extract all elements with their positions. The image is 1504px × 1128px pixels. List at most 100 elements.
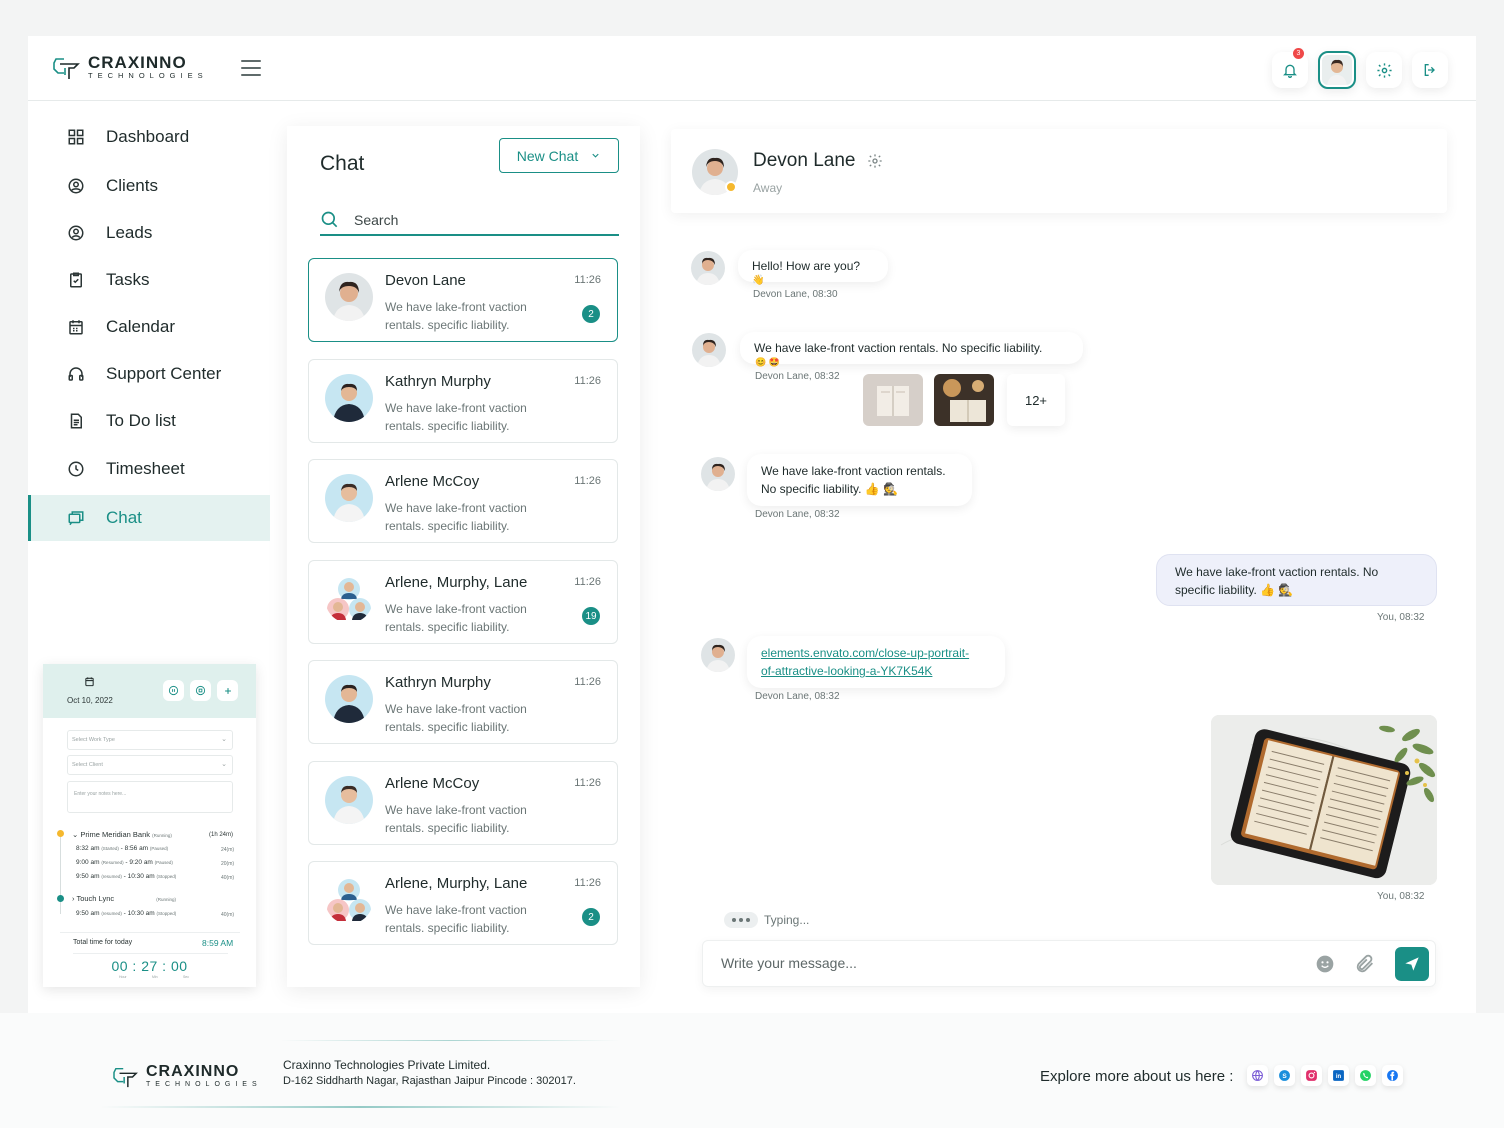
message-time: 11:26 xyxy=(574,576,601,588)
skype-icon[interactable]: S xyxy=(1274,1065,1295,1086)
brand-logo[interactable]: CRAXINNO TECHNOLOGIES xyxy=(52,54,208,81)
notifications-button[interactable]: 3 xyxy=(1272,48,1308,88)
social-links: S in xyxy=(1247,1065,1403,1086)
sidebar-item-todo-list[interactable]: To Do list xyxy=(28,398,270,444)
logout-button[interactable] xyxy=(1412,52,1448,88)
message-preview: We have lake-front vaction rentals. spec… xyxy=(385,702,527,734)
pause-timer-button[interactable] xyxy=(163,680,184,701)
globe-icon[interactable] xyxy=(1247,1065,1268,1086)
facebook-icon[interactable] xyxy=(1382,1065,1403,1086)
conversation-item[interactable]: Devon Lane 11:26 We have lake-front vact… xyxy=(308,258,618,342)
status-dot xyxy=(725,181,737,193)
contact-avatar xyxy=(325,675,373,723)
settings-button[interactable] xyxy=(1366,52,1402,88)
message-text: We have lake-front vaction rentals. xyxy=(761,464,946,478)
image-message[interactable] xyxy=(1211,715,1437,885)
svg-text:S: S xyxy=(1282,1073,1287,1080)
typing-dots-icon xyxy=(724,912,758,928)
conversation-item[interactable]: Arlene, Murphy, Lane 11:26 We have lake-… xyxy=(308,861,618,945)
message-input[interactable] xyxy=(721,955,1281,971)
chat-contact-name: Devon Lane xyxy=(753,150,856,171)
conversation-item[interactable]: Arlene, Murphy, Lane 11:26 We have lake-… xyxy=(308,560,618,644)
sidebar-item-label: Calendar xyxy=(106,317,175,336)
timer-date: Oct 10, 2022 xyxy=(67,696,113,705)
user-circle-icon xyxy=(66,223,86,243)
more-attachments-button[interactable]: 12+ xyxy=(1007,374,1065,426)
linkedin-icon[interactable]: in xyxy=(1328,1065,1349,1086)
contact-name: Arlene McCoy xyxy=(385,775,480,792)
image-attachment[interactable] xyxy=(863,374,923,426)
search-icon xyxy=(321,211,338,228)
total-time-value: 8:59 AM xyxy=(202,938,234,948)
timer-entry[interactable]: › Touch Lync (Running) xyxy=(72,894,176,903)
footer-logo[interactable]: CRAXINNO TECHNOLOGIES xyxy=(112,1063,262,1090)
sidebar-item-clients[interactable]: Clients xyxy=(28,163,270,209)
notes-input[interactable]: Enter your notes here... xyxy=(67,781,233,813)
footer: CRAXINNO TECHNOLOGIES Craxinno Technolog… xyxy=(0,1013,1504,1128)
contact-name: Devon Lane xyxy=(385,272,466,289)
timer-log-row: 9:00 am (Resumed) - 9:20 am (Paused) xyxy=(76,859,173,866)
sidebar: Dashboard Clients Leads Tasks Calendar S… xyxy=(28,101,270,1013)
sidebar-item-dashboard[interactable]: Dashboard xyxy=(28,114,270,160)
typing-label: Typing... xyxy=(764,913,810,927)
plus-icon xyxy=(224,687,231,694)
message-preview: We have lake-front vaction rentals. spec… xyxy=(385,501,527,533)
whatsapp-icon[interactable] xyxy=(1355,1065,1376,1086)
timer-entry[interactable]: ⌄ Prime Meridian Bank (Running) xyxy=(72,830,172,839)
attach-button[interactable] xyxy=(1354,953,1376,980)
chat-search[interactable] xyxy=(320,206,619,236)
message-time: 11:26 xyxy=(574,375,601,387)
bible-image xyxy=(1211,715,1437,885)
message-meta: You, 08:32 xyxy=(1377,891,1425,902)
conversation-item[interactable]: Arlene McCoy 11:26 We have lake-front va… xyxy=(308,761,618,845)
contact-name: Arlene, Murphy, Lane xyxy=(385,574,528,591)
work-type-select[interactable]: Select Work Type ⌄ xyxy=(67,730,233,750)
conversation-item[interactable]: Arlene McCoy 11:26 We have lake-front va… xyxy=(308,459,618,543)
send-button[interactable] xyxy=(1395,947,1429,981)
unread-badge: 19 xyxy=(582,607,600,625)
typing-indicator: Typing... xyxy=(724,912,809,928)
sidebar-item-calendar[interactable]: Calendar xyxy=(28,304,270,350)
gear-icon[interactable] xyxy=(867,153,883,169)
footer-accent-line xyxy=(100,1106,620,1108)
search-input[interactable] xyxy=(354,212,604,228)
message-emoji: 😊 🤩 xyxy=(755,357,780,367)
emoji-button[interactable] xyxy=(1315,954,1335,979)
new-chat-button[interactable]: New Chat xyxy=(499,138,619,173)
chat-icon xyxy=(66,508,86,528)
footer-divider xyxy=(280,1040,620,1041)
sidebar-item-support-center[interactable]: Support Center xyxy=(28,351,270,397)
user-avatar-button[interactable] xyxy=(1318,51,1356,89)
timer-header: Oct 10, 2022 xyxy=(43,664,256,718)
my-message-bubble: We have lake-front vaction rentals. No s… xyxy=(1156,554,1437,606)
message-emoji: 👋 xyxy=(752,275,765,286)
add-timer-button[interactable] xyxy=(217,680,238,701)
conversation-item[interactable]: Kathryn Murphy 11:26 We have lake-front … xyxy=(308,359,618,443)
group-avatar xyxy=(327,879,371,921)
stop-timer-button[interactable] xyxy=(190,680,211,701)
user-avatar xyxy=(1322,55,1352,85)
message-link[interactable]: of-attractive-looking-a-YK7K54K xyxy=(761,662,991,680)
pause-icon xyxy=(168,685,179,696)
calendar-icon xyxy=(85,677,94,687)
menu-icon[interactable] xyxy=(241,60,261,76)
gear-icon xyxy=(1376,62,1392,78)
client-select[interactable]: Select Client ⌄ xyxy=(67,755,233,775)
message-link[interactable]: elements.envato.com/close-up-portrait- xyxy=(761,644,991,662)
footer-explore: Explore more about us here : xyxy=(1040,1068,1234,1085)
conversation-item[interactable]: Kathryn Murphy 11:26 We have lake-front … xyxy=(308,660,618,744)
sidebar-item-timesheet[interactable]: Timesheet xyxy=(28,446,270,492)
sidebar-item-chat[interactable]: Chat xyxy=(28,495,270,541)
message-avatar xyxy=(691,251,725,285)
instagram-icon[interactable] xyxy=(1301,1065,1322,1086)
logo-mark-icon xyxy=(53,57,80,79)
sidebar-item-leads[interactable]: Leads xyxy=(28,210,270,256)
message-text: No specific liability. 👍 🕵 xyxy=(761,482,899,496)
contact-avatar xyxy=(325,273,373,321)
message-bubble: We have lake-front vaction rentals. No s… xyxy=(740,332,1083,364)
image-attachment[interactable] xyxy=(934,374,994,426)
top-bar: CRAXINNO TECHNOLOGIES 3 xyxy=(28,36,1476,101)
grid-icon xyxy=(66,127,86,147)
message-meta: Devon Lane, 08:30 xyxy=(753,289,838,300)
sidebar-item-tasks[interactable]: Tasks xyxy=(28,257,270,303)
